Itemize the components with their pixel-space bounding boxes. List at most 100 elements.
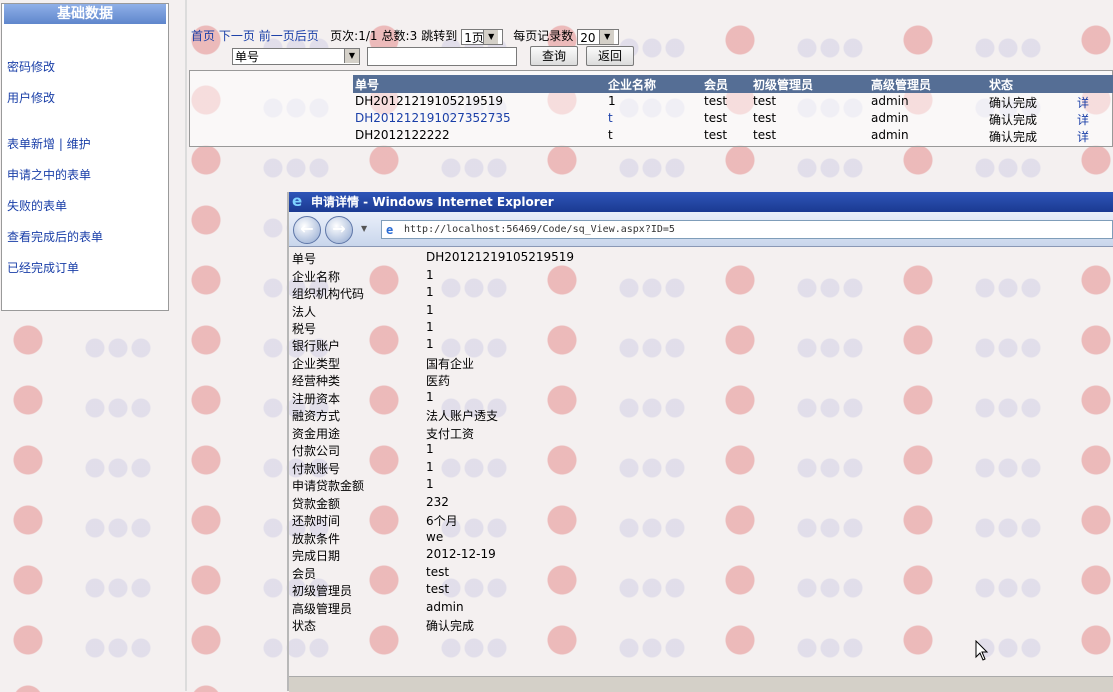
cell-senior-admin: admin (871, 94, 909, 108)
detail-value: 确认完成 (426, 619, 475, 633)
chevron-down-icon: ▼ (344, 49, 359, 63)
mouse-cursor-icon (975, 640, 989, 661)
detail-value: 1 (426, 303, 434, 317)
detail-label: 税号 (292, 322, 317, 336)
detail-value: we (426, 530, 444, 544)
detail-value: test (426, 565, 450, 579)
detail-link[interactable]: 详 (1077, 128, 1089, 145)
cell-order-no: DH2012122222 (355, 128, 450, 142)
detail-label: 付款公司 (292, 444, 341, 458)
cell-member: test (704, 111, 728, 125)
detail-label: 经营种类 (292, 374, 341, 388)
chevron-down-icon[interactable]: ▼ (361, 224, 367, 233)
cell-company: 1 (608, 94, 616, 108)
detail-value: 1 (426, 337, 434, 351)
cell-junior-admin: test (753, 111, 777, 125)
cell-junior-admin: test (753, 128, 777, 142)
detail-label: 高级管理员 (292, 602, 353, 616)
pager-last-link[interactable]: 后页 (295, 29, 319, 43)
detail-link[interactable]: 详 (1077, 94, 1089, 111)
cell-company: t (608, 111, 613, 125)
cell-order-no: DH20121219105219519 (355, 94, 504, 108)
col-order-no: 单号 (355, 78, 380, 92)
ie-logo-icon: e (292, 192, 303, 210)
detail-value: 1 (426, 320, 434, 334)
search-field-select[interactable]: 单号 ▼ (232, 48, 360, 65)
search-input[interactable] (367, 47, 517, 66)
sidebar-item-failed-forms[interactable]: 失败的表单 (7, 197, 67, 214)
chevron-down-icon: ▼ (483, 29, 499, 44)
detail-value: 232 (426, 495, 449, 509)
pager-first-link[interactable]: 首页 (191, 29, 215, 43)
detail-value: 1 (426, 477, 434, 491)
address-bar[interactable]: e http://localhost:56469/Code/sq_View.as… (381, 220, 1113, 239)
detail-label: 状态 (292, 619, 317, 633)
cell-status: 确认完成 (989, 96, 1038, 110)
detail-label: 资金用途 (292, 427, 341, 441)
detail-value: 医药 (426, 374, 451, 388)
forward-arrow-icon[interactable]: → (325, 216, 353, 244)
detail-value: test (426, 582, 450, 596)
sidebar-item-password[interactable]: 密码修改 (7, 58, 55, 75)
detail-label: 完成日期 (292, 549, 341, 563)
query-button[interactable]: 查询 (530, 46, 578, 66)
detail-label: 会员 (292, 567, 317, 581)
detail-value: 1 (426, 268, 434, 282)
table-row: DH201212191027352735 t test test admin 确… (353, 111, 1113, 128)
pager-total: 总数:3 (381, 29, 418, 43)
detail-label: 单号 (292, 252, 317, 266)
pager: 首页 下一页 前一页后页 页次:1/1 总数:3 跳转到 1页 ▼ 每页记录数 20 ▼ (191, 27, 623, 45)
table-row: DH20121219105219519 1 test test admin 确认… (353, 94, 1113, 111)
detail-label: 融资方式 (292, 409, 341, 423)
detail-label: 申请贷款金额 (292, 479, 365, 493)
detail-value: 1 (426, 460, 434, 474)
results-table: 单号 企业名称 会员 初级管理员 高级管理员 状态 DH201212191052… (189, 70, 1113, 147)
pager-prev-link[interactable]: 前一页 (259, 29, 295, 43)
cell-status: 确认完成 (989, 113, 1038, 127)
sidebar-item-pending-forms[interactable]: 申请之中的表单 (7, 166, 91, 183)
jump-page-select[interactable]: 1页 ▼ (461, 28, 504, 45)
back-button[interactable]: 返回 (586, 46, 634, 66)
cell-status: 确认完成 (989, 130, 1038, 144)
detail-value: 2012-12-19 (426, 547, 496, 561)
sidebar-item-user[interactable]: 用户修改 (7, 89, 55, 106)
detail-label: 初级管理员 (292, 584, 353, 598)
chevron-down-icon: ▼ (599, 29, 615, 44)
detail-label: 注册资本 (292, 392, 341, 406)
sidebar-item-completed-forms[interactable]: 查看完成后的表单 (7, 228, 103, 245)
address-url: http://localhost:56469/Code/sq_View.aspx… (404, 224, 675, 235)
detail-value: 6个月 (426, 514, 458, 528)
jump-page-value: 1页 (464, 30, 484, 45)
detail-label: 法人 (292, 305, 317, 319)
cell-junior-admin: test (753, 94, 777, 108)
detail-value: DH20121219105219519 (426, 250, 575, 264)
table-row: DH2012122222 t test test admin 确认完成 详 (353, 128, 1113, 145)
per-page-value: 20 (580, 30, 596, 45)
cell-member: test (704, 128, 728, 142)
per-page-label: 每页记录数 (513, 29, 574, 43)
back-arrow-icon[interactable]: ← (293, 216, 321, 244)
sidebar: 基础数据 密码修改 用户修改 表单新增 | 维护 申请之中的表单 失败的表单 查… (1, 3, 169, 311)
detail-link[interactable]: 详 (1077, 111, 1089, 128)
col-member: 会员 (704, 78, 729, 92)
sidebar-item-completed-orders[interactable]: 已经完成订单 (7, 259, 79, 276)
sidebar-title: 基础数据 (4, 4, 166, 24)
frame-divider[interactable] (185, 0, 187, 691)
detail-value: 支付工资 (426, 427, 475, 441)
popup-toolbar: ← → ▼ e http://localhost:56469/Code/sq_V… (289, 212, 1113, 247)
detail-value: 法人账户透支 (426, 409, 499, 423)
detail-label: 企业名称 (292, 270, 341, 284)
per-page-select[interactable]: 20 ▼ (577, 28, 620, 45)
sidebar-item-form-add[interactable]: 表单新增 | 维护 (7, 135, 91, 152)
col-senior-admin: 高级管理员 (871, 78, 932, 92)
popup-titlebar[interactable]: e 申请详情 - Windows Internet Explorer (289, 192, 1113, 212)
pager-next-link[interactable]: 下一页 (219, 29, 255, 43)
col-company: 企业名称 (608, 78, 657, 92)
detail-value: 国有企业 (426, 357, 475, 371)
detail-label: 组织机构代码 (292, 287, 365, 301)
detail-value: 1 (426, 442, 434, 456)
pager-jump-label: 跳转到 (421, 29, 458, 43)
popup-title: 申请详情 - Windows Internet Explorer (311, 195, 554, 209)
table-header: 单号 企业名称 会员 初级管理员 高级管理员 状态 (353, 75, 1113, 93)
detail-label: 付款账号 (292, 462, 341, 476)
